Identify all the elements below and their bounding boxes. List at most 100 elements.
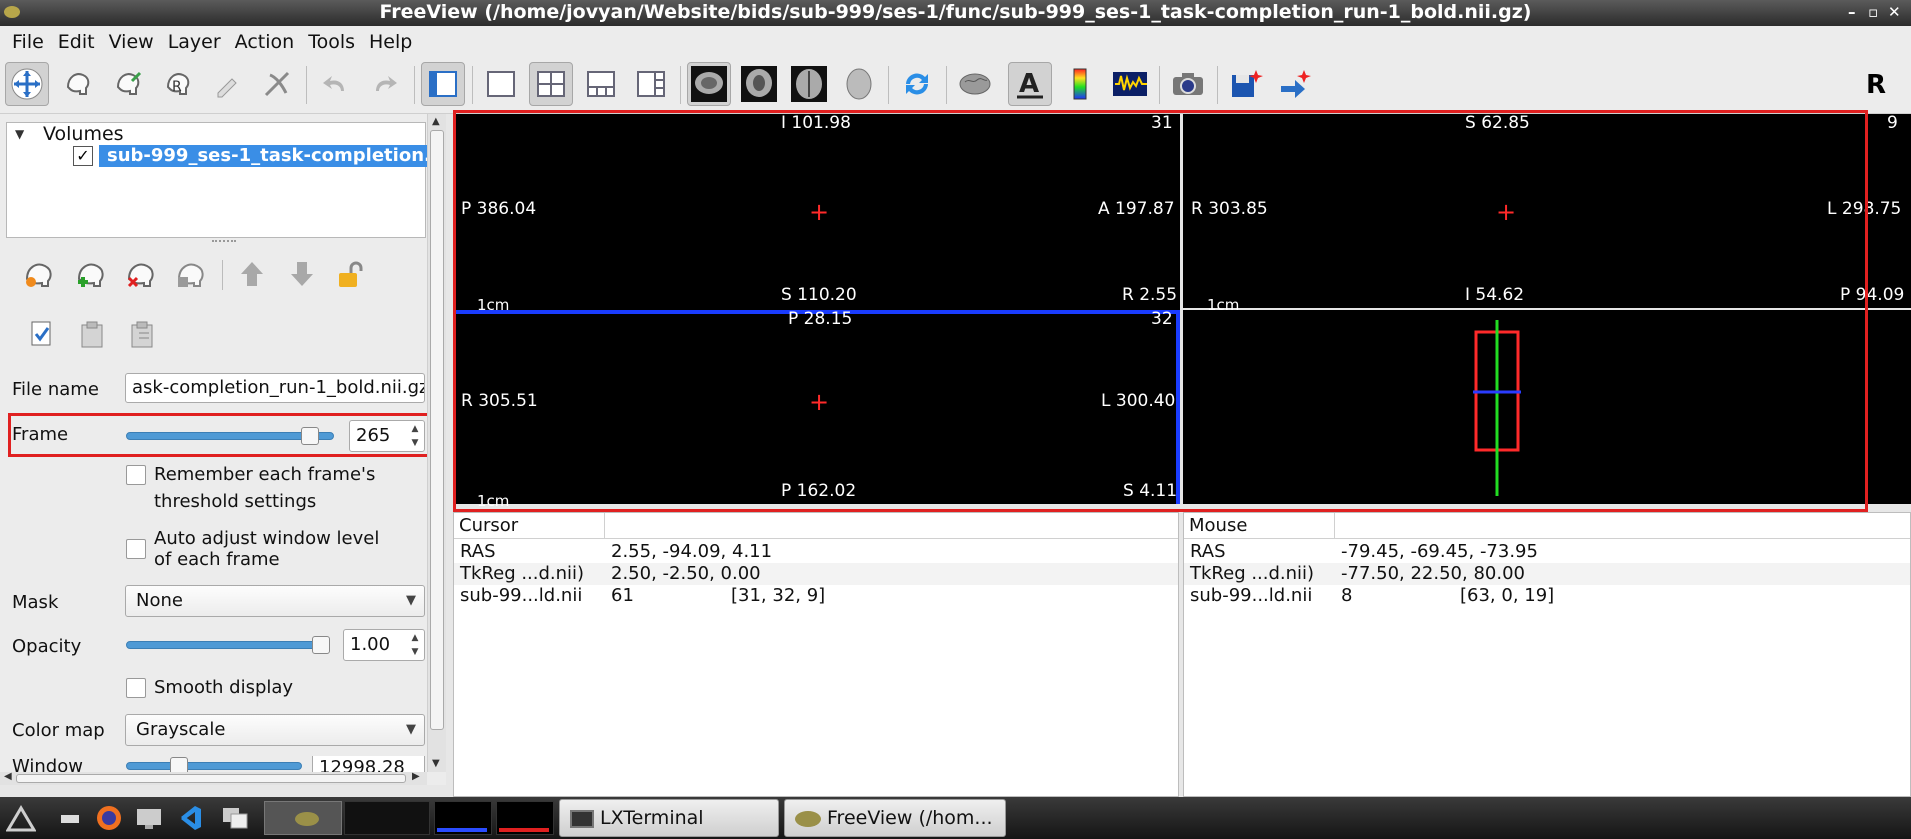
menu-edit[interactable]: Edit — [51, 26, 102, 58]
start-menu-icon[interactable] — [6, 803, 36, 833]
scrollbar-thumb[interactable] — [430, 130, 444, 730]
mouse-ras-value[interactable]: -79.45, -69.45, -73.95 — [1341, 541, 1538, 563]
show-all-button[interactable] — [22, 314, 62, 354]
scroll-down-icon[interactable]: ▼ — [432, 758, 440, 769]
cursor-tkreg-value[interactable]: 2.50, -2.50, 0.00 — [611, 563, 761, 585]
recon-edit-tool-button[interactable] — [105, 62, 149, 106]
close-icon[interactable]: ✕ — [1888, 0, 1901, 24]
move-layer-down-button[interactable] — [282, 254, 322, 294]
layout-1and3-button[interactable] — [579, 62, 623, 106]
contour-tool-button[interactable] — [255, 62, 299, 106]
undo-button[interactable] — [313, 62, 357, 106]
copy-setting-button[interactable] — [72, 314, 112, 354]
menu-layer[interactable]: Layer — [161, 26, 228, 58]
sagittal-view-button[interactable] — [687, 62, 731, 106]
save-volume-button[interactable] — [170, 254, 210, 294]
navigate-tool-button[interactable] — [5, 62, 49, 106]
cursor-row-ras[interactable]: RAS 2.55, -94.09, 4.11 — [454, 541, 1178, 563]
opacity-slider-handle[interactable] — [312, 636, 330, 654]
auto-adjust-checkbox[interactable] — [126, 539, 146, 559]
vscode-icon[interactable] — [174, 803, 204, 833]
file-name-field[interactable]: ask-completion_run-1_bold.nii.gz — [125, 373, 425, 403]
cursor-row-volume[interactable]: sub-99...ld.nii 61 [31, 32, 9] — [454, 585, 1178, 607]
panel-splitter[interactable] — [212, 240, 236, 243]
layer-group-volumes[interactable]: Volumes — [43, 123, 124, 145]
spin-arrows-icon[interactable]: ▲ ▼ — [408, 631, 422, 659]
lock-layer-button[interactable] — [330, 254, 370, 294]
new-volume-button[interactable] — [18, 254, 58, 294]
voxel-edit-tool-button[interactable] — [55, 62, 99, 106]
render-view-area[interactable]: I 101.98 31 P 386.04 A 197.87 S 110.20 R… — [453, 114, 1911, 510]
save-point-button[interactable] — [1224, 62, 1268, 106]
close-volume-button[interactable] — [120, 254, 160, 294]
smooth-display-checkbox[interactable] — [126, 678, 146, 698]
panel-vertical-scrollbar[interactable]: ▲ ▼ — [427, 114, 446, 772]
minimize-icon[interactable]: – — [1848, 0, 1856, 24]
maximize-icon[interactable]: ▫ — [1868, 0, 1878, 24]
taskbar-freeview[interactable]: FreeView (/hom... — [784, 799, 1006, 837]
desktop-pager-4[interactable] — [496, 801, 554, 835]
opacity-slider[interactable] — [126, 635, 336, 655]
expand-arrow-icon[interactable]: ▼ — [15, 127, 24, 141]
color-map-dropdown[interactable]: Grayscale ▼ — [125, 714, 425, 746]
desktop-pager-2[interactable] — [344, 801, 430, 835]
sagittal-view[interactable]: I 101.98 31 P 386.04 A 197.87 S 110.20 R… — [453, 114, 1180, 314]
reset-view-button[interactable] — [895, 62, 939, 106]
layer-item-row[interactable]: ✓ sub-999_ses-1_task-completion. — [7, 145, 427, 167]
desktop-pager-1[interactable] — [264, 801, 342, 835]
spin-arrows-icon[interactable]: ▲ ▼ — [408, 422, 422, 450]
move-layer-up-button[interactable] — [232, 254, 272, 294]
mouse-row-tkreg[interactable]: TkReg ...d.nii) -77.50, 22.50, 80.00 — [1184, 563, 1910, 585]
3d-view[interactable] — [1183, 310, 1911, 504]
layer-item-label[interactable]: sub-999_ses-1_task-completion. — [99, 145, 427, 167]
window-switcher-icon[interactable] — [220, 803, 250, 833]
menu-tools[interactable]: Tools — [301, 26, 362, 58]
scroll-left-icon[interactable]: ◀ — [4, 771, 12, 782]
layout-1and3-horizontal-button[interactable] — [629, 62, 673, 106]
layout-1x1-button[interactable] — [479, 62, 523, 106]
window-slider-handle[interactable] — [170, 757, 188, 772]
screenshot-button[interactable] — [1166, 62, 1210, 106]
mouse-row-ras[interactable]: RAS -79.45, -69.45, -73.95 — [1184, 541, 1910, 563]
window-slider[interactable] — [126, 756, 304, 772]
menu-file[interactable]: File — [5, 26, 51, 58]
axial-view[interactable]: P 28.15 32 R 305.51 L 300.40 P 162.02 S … — [453, 310, 1180, 510]
opacity-spinbox[interactable]: 1.00 ▲ ▼ — [343, 629, 425, 661]
layer-tree[interactable]: ▼ Volumes ✓ sub-999_ses-1_task-completio… — [6, 122, 427, 238]
layer-visible-checkbox[interactable]: ✓ — [73, 146, 93, 166]
mouse-tkreg-value[interactable]: -77.50, 22.50, 80.00 — [1341, 563, 1525, 585]
window-spinbox[interactable]: 12998.28 — [312, 756, 425, 772]
show-surface-button[interactable] — [953, 62, 997, 106]
scroll-up-icon[interactable]: ▲ — [432, 116, 440, 127]
axial-view-button[interactable] — [787, 62, 831, 106]
scroll-right-icon[interactable]: ▶ — [412, 771, 420, 782]
cursor-ras-value[interactable]: 2.55, -94.09, 4.11 — [611, 541, 772, 563]
show-coordinate-annotation-button[interactable]: A — [1008, 62, 1052, 106]
3d-view-button[interactable] — [837, 62, 881, 106]
menu-action[interactable]: Action — [228, 26, 302, 58]
goto-point-button[interactable] — [1274, 62, 1318, 106]
color-bar-button[interactable] — [1058, 62, 1102, 106]
redo-button[interactable] — [363, 62, 407, 106]
desktop-pager-3[interactable] — [434, 801, 492, 835]
panel-horizontal-scrollbar[interactable]: ◀ ▶ — [0, 771, 427, 785]
cursor-row-tkreg[interactable]: TkReg ...d.nii) 2.50, -2.50, 0.00 — [454, 563, 1178, 585]
frame-slider[interactable] — [126, 426, 338, 446]
toggle-control-panel-button[interactable] — [421, 62, 465, 106]
taskbar-lxterminal[interactable]: LXTerminal — [559, 799, 779, 837]
mouse-row-volume[interactable]: sub-99...ld.nii 8 [63, 0, 19] — [1184, 585, 1910, 607]
frame-slider-handle[interactable] — [301, 427, 319, 445]
firefox-icon[interactable] — [94, 803, 124, 833]
paste-setting-button[interactable] — [122, 314, 162, 354]
coronal-view[interactable]: S 62.85 9 R 303.85 L 298.75 I 54.62 P 94… — [1183, 114, 1911, 314]
menu-view[interactable]: View — [102, 26, 161, 58]
hscrollbar-thumb[interactable] — [16, 774, 406, 783]
layout-2x2-button[interactable] — [529, 62, 573, 106]
show-desktop-icon[interactable] — [56, 803, 86, 833]
load-volume-button[interactable] — [70, 254, 110, 294]
frame-spinbox[interactable]: 265 ▲ ▼ — [349, 420, 425, 452]
remember-frame-checkbox[interactable] — [126, 465, 146, 485]
roi-edit-tool-button[interactable]: R — [155, 62, 199, 106]
plot-button[interactable] — [1108, 62, 1152, 106]
menu-help[interactable]: Help — [362, 26, 419, 58]
